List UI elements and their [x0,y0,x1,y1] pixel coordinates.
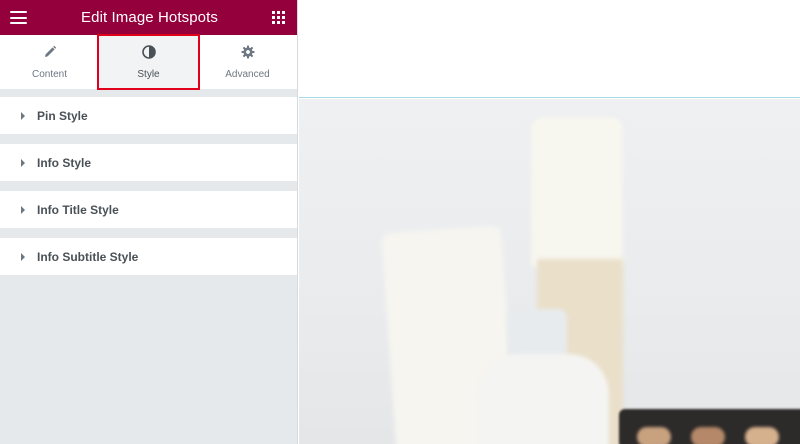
tab-style[interactable]: Style [99,35,198,89]
pencil-icon [43,45,57,64]
canvas-empty-area [299,0,800,98]
tab-content-label: Content [31,68,68,80]
section-label: Info Subtitle Style [37,249,139,264]
widgets-grid-icon[interactable] [272,11,285,24]
editor-panel: Edit Image Hotspots Content Style Advanc… [0,0,298,444]
panel-header: Edit Image Hotspots [0,0,297,35]
section-label: Info Title Style [37,202,119,217]
caret-right-icon [21,158,25,167]
section-label: Pin Style [37,108,88,123]
section-info-style[interactable]: Info Style [0,144,297,181]
gear-icon [241,45,255,64]
section-label: Info Style [37,155,92,170]
section-info-title-style[interactable]: Info Title Style [0,191,297,228]
hotspot-image [299,99,800,444]
tab-advanced-label: Advanced [225,68,270,80]
caret-right-icon [21,252,25,261]
tab-content[interactable]: Content [0,35,99,89]
menu-icon[interactable] [10,11,27,24]
section-pin-style[interactable]: Pin Style [0,97,297,134]
panel-title: Edit Image Hotspots [81,9,218,26]
style-sections: Pin Style Info Style Info Title Style In… [0,89,297,275]
section-info-subtitle-style[interactable]: Info Subtitle Style [0,238,297,275]
tab-style-label: Style [137,68,160,80]
preview-canvas [299,0,800,444]
caret-right-icon [21,111,25,120]
tab-advanced[interactable]: Advanced [198,35,297,89]
panel-tabs: Content Style Advanced [0,34,297,90]
half-circle-icon [141,44,156,64]
caret-right-icon [21,205,25,214]
